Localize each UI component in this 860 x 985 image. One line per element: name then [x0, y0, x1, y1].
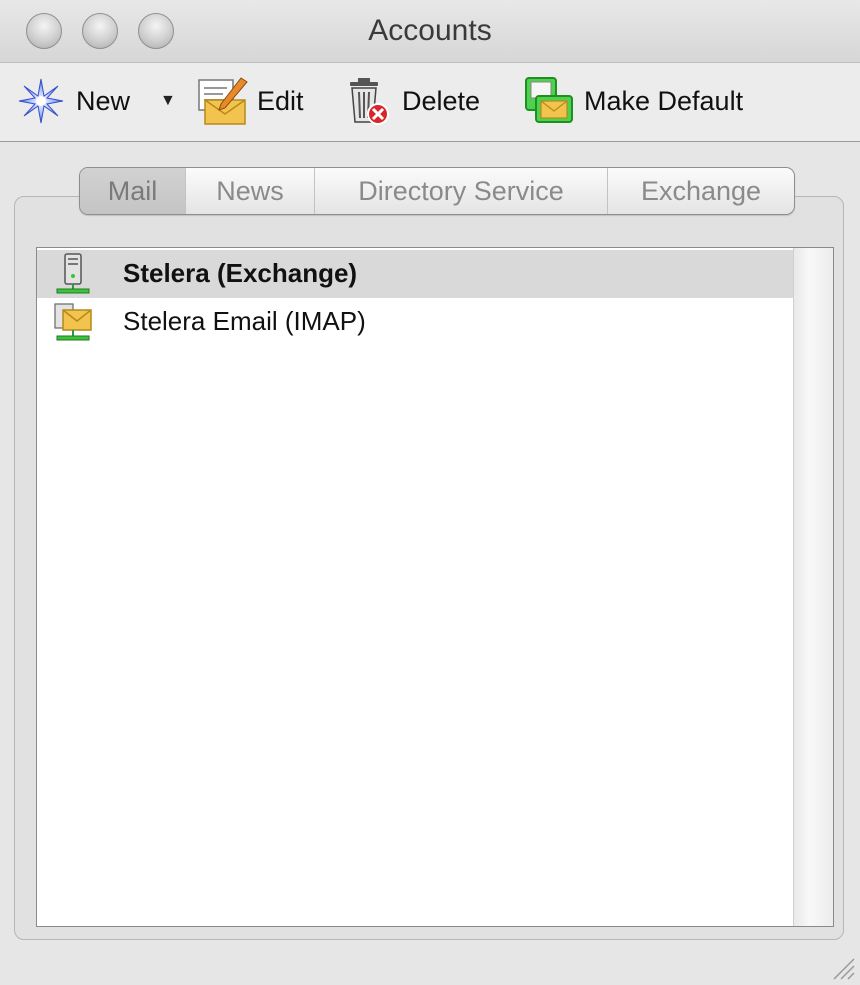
mail-server-icon: [51, 300, 95, 344]
tab-news[interactable]: News: [186, 168, 315, 214]
new-star-icon: [18, 78, 64, 124]
accounts-window: Accounts New ▼ Edit Delete Make Default …: [0, 0, 860, 985]
tab-directory-service[interactable]: Directory Service: [315, 168, 608, 214]
new-menu-dropdown[interactable]: ▼: [160, 75, 176, 127]
account-name: Stelera Email (IMAP): [123, 306, 366, 336]
account-name: Stelera (Exchange): [123, 258, 358, 288]
resize-grip-icon[interactable]: [830, 955, 856, 981]
delete-button[interactable]: Delete: [344, 75, 480, 127]
list-item[interactable]: Stelera Email (IMAP): [37, 298, 793, 346]
list-item[interactable]: Stelera (Exchange): [37, 250, 793, 298]
title-bar[interactable]: Accounts: [0, 0, 860, 63]
toolbar: New ▼ Edit Delete Make Default: [0, 63, 860, 142]
list-scrollbar[interactable]: [793, 248, 833, 926]
account-type-tabs: Mail News Directory Service Exchange: [79, 167, 795, 215]
trash-delete-icon: [344, 76, 392, 126]
edit-envelope-icon: [195, 76, 251, 126]
tab-exchange[interactable]: Exchange: [608, 168, 794, 214]
delete-button-label: Delete: [402, 85, 481, 116]
edit-button[interactable]: Edit: [195, 75, 304, 127]
new-button-label: New: [76, 85, 131, 116]
edit-button-label: Edit: [257, 85, 304, 116]
accounts-list[interactable]: Stelera (Exchange) Stelera Email (IMAP): [36, 247, 834, 927]
make-default-button[interactable]: Make Default: [524, 75, 743, 127]
exchange-server-icon: [51, 252, 95, 296]
new-button[interactable]: New: [18, 75, 130, 127]
tab-mail[interactable]: Mail: [80, 168, 186, 214]
default-envelope-icon: [524, 76, 576, 126]
make-default-button-label: Make Default: [584, 85, 744, 116]
window-title: Accounts: [368, 14, 492, 47]
